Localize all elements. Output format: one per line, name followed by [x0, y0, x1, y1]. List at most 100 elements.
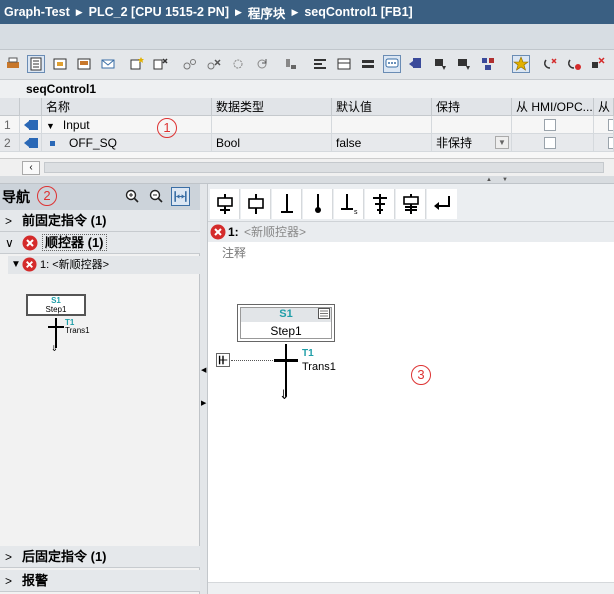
zoom-out-icon[interactable]: [148, 188, 164, 204]
transition-label: Trans1: [302, 361, 336, 373]
header-retain[interactable]: 保持: [432, 98, 512, 116]
nav-sequence-item[interactable]: ▼ 1: <新顺控器>: [8, 256, 200, 274]
breadcrumb-plc[interactable]: PLC_2 [CPU 1515-2 PN]: [89, 5, 229, 19]
step-label: Step1: [270, 324, 302, 338]
go-online-icon[interactable]: [541, 55, 559, 73]
fit-width-icon[interactable]: [171, 187, 190, 206]
mini-step-box[interactable]: S1 Step1: [26, 294, 86, 316]
jump-icon[interactable]: s: [334, 189, 364, 219]
chevron-right-icon: ▶: [235, 6, 242, 17]
simultaneous-branch-icon[interactable]: [396, 189, 426, 219]
table-row[interactable]: 2 OFF_SQ Bool false 非保持 ▼: [0, 134, 614, 152]
chevron-right-icon: >: [5, 550, 13, 564]
expand-right-icon[interactable]: ▶: [201, 399, 206, 407]
header-hmi[interactable]: 从 HMI/OPC...: [512, 98, 594, 116]
hmi-checkbox[interactable]: [544, 119, 556, 131]
expand-triangle-icon[interactable]: ▼: [46, 121, 55, 131]
breadcrumb-program-blocks[interactable]: 程序块: [248, 3, 286, 22]
error-icon: [22, 235, 38, 251]
delete-step-icon[interactable]: [151, 55, 169, 73]
transition-icon[interactable]: [272, 189, 302, 219]
interface-table: 名称 数据类型 默认值 保持 从 HMI/OPC... 从 H 1 ▼ Input…: [0, 98, 614, 158]
row-type[interactable]: [212, 116, 332, 134]
sequence-header[interactable]: 1: <新顺控器>: [208, 222, 614, 242]
row-name-cell[interactable]: ▼ Input: [42, 116, 212, 134]
refresh-icon[interactable]: [253, 55, 271, 73]
breadcrumb-project[interactable]: Graph-Test: [4, 5, 70, 19]
interface-view-icon[interactable]: [27, 55, 45, 73]
enable-icon[interactable]: [229, 55, 247, 73]
callout-2: 2: [37, 186, 57, 206]
download-icon[interactable]: [431, 55, 449, 73]
collapse-left-icon[interactable]: ◀: [201, 366, 206, 374]
nav-section-alarms[interactable]: > 报警: [0, 570, 200, 592]
nav-section-pre-instructions[interactable]: > 前固定指令 (1): [0, 210, 200, 232]
splitter-down-icon[interactable]: ▼: [498, 177, 512, 183]
alarm-view-icon[interactable]: [75, 55, 93, 73]
close-online-icon[interactable]: [589, 55, 607, 73]
expand-triangle-icon[interactable]: ▼: [11, 256, 21, 274]
row-number: 1: [0, 116, 20, 134]
horizontal-scrollbar[interactable]: ‹: [0, 158, 614, 176]
row-retain-cell[interactable]: 非保持 ▼: [432, 134, 512, 152]
pane-splitter[interactable]: ▲ ▼: [0, 176, 614, 184]
step-icon[interactable]: [241, 189, 271, 219]
row-default[interactable]: false: [332, 134, 432, 152]
nav-section-sequencer[interactable]: ∨ 顺控器 (1): [0, 232, 200, 254]
compare-icon[interactable]: [479, 55, 497, 73]
sequence-end-icon[interactable]: [303, 189, 333, 219]
header-name[interactable]: 名称: [42, 98, 212, 116]
step-box[interactable]: S1 Step1: [237, 304, 335, 342]
insert-step-icon[interactable]: [128, 55, 146, 73]
header-hmi2[interactable]: 从 H: [594, 98, 614, 116]
splitter-up-icon[interactable]: ▲: [482, 177, 496, 183]
breadcrumb: Graph-Test ▶ PLC_2 [CPU 1515-2 PN] ▶ 程序块 ▶ …: [0, 0, 614, 24]
comment-icon[interactable]: [383, 55, 401, 73]
table-row[interactable]: 1 ▼ Input: [0, 116, 614, 134]
network-view-icon[interactable]: [335, 55, 353, 73]
disable-all-icon[interactable]: [205, 55, 223, 73]
hmi2-checkbox[interactable]: [608, 137, 613, 149]
close-branch-icon[interactable]: [427, 189, 457, 219]
header-datatype[interactable]: 数据类型: [212, 98, 332, 116]
nav-section-post-instructions[interactable]: > 后固定指令 (1): [0, 546, 200, 568]
graph-toolbar: s: [208, 184, 614, 222]
step-detail-icon[interactable]: [318, 308, 330, 319]
variable-bullet-icon: [50, 141, 55, 146]
scroll-left-icon[interactable]: ‹: [22, 161, 40, 175]
sequence-number: 1:: [228, 225, 239, 239]
single-step-view-icon[interactable]: [51, 55, 69, 73]
row-retain[interactable]: [432, 116, 512, 134]
dropdown-arrow-icon[interactable]: ▼: [495, 136, 509, 149]
scroll-thumb[interactable]: [44, 162, 604, 173]
move-up-icon[interactable]: [407, 55, 425, 73]
main-toolbar: [0, 50, 614, 80]
header-default[interactable]: 默认值: [332, 98, 432, 116]
favorites-icon[interactable]: [512, 55, 530, 73]
sync-icon[interactable]: [281, 55, 299, 73]
chevron-down-icon: ∨: [5, 236, 14, 250]
row-type[interactable]: Bool: [212, 134, 332, 152]
disable-icon[interactable]: [181, 55, 199, 73]
comment-field[interactable]: 注释: [222, 244, 246, 261]
row-default[interactable]: [332, 116, 432, 134]
go-offline-icon[interactable]: [565, 55, 583, 73]
title-strip: [0, 24, 614, 50]
breadcrumb-block[interactable]: seqControl1 [FB1]: [304, 5, 412, 19]
hmi2-checkbox[interactable]: [608, 119, 613, 131]
hmi-checkbox[interactable]: [544, 137, 556, 149]
transition-condition-icon[interactable]: [216, 353, 230, 367]
row-name-cell[interactable]: OFF_SQ: [42, 134, 212, 152]
alt-branch-icon[interactable]: [365, 189, 395, 219]
transition-bar[interactable]: [274, 359, 298, 362]
print-icon[interactable]: [4, 55, 22, 73]
align-left-icon[interactable]: [311, 55, 329, 73]
zoom-in-icon[interactable]: [124, 188, 140, 204]
collapse-icon[interactable]: [359, 55, 377, 73]
step-and-transition-icon[interactable]: [210, 189, 240, 219]
vertical-splitter[interactable]: ◀ ▶: [200, 184, 208, 594]
hmi2-cell: [594, 134, 614, 152]
monitor-icon[interactable]: [455, 55, 473, 73]
mail-icon[interactable]: [99, 55, 117, 73]
sequence-item-label: 1: <新顺控器>: [40, 259, 110, 271]
